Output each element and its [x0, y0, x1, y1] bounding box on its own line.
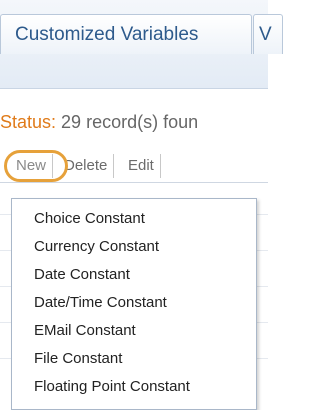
- menu-item-date-constant[interactable]: Date Constant: [12, 261, 256, 289]
- tab-next[interactable]: V: [253, 14, 283, 54]
- status-label: Status:: [0, 112, 57, 132]
- menu-item-datetime-constant[interactable]: Date/Time Constant: [12, 289, 256, 317]
- edit-button[interactable]: Edit: [122, 154, 161, 178]
- menu-item-currency-constant[interactable]: Currency Constant: [12, 233, 256, 261]
- menu-item-email-constant[interactable]: EMail Constant: [12, 317, 256, 345]
- status-text: 29 record(s) foun: [61, 112, 199, 132]
- menu-item-choice-constant[interactable]: Choice Constant: [12, 205, 256, 233]
- tab-customized-variables[interactable]: Customized Variables: [0, 14, 252, 54]
- tab-strip: Customized Variables V: [0, 0, 283, 89]
- status-line: Status: 29 record(s) foun: [0, 112, 268, 138]
- app-frame: Customized Variables V Status: 29 record…: [0, 0, 283, 410]
- menu-item-file-constant[interactable]: File Constant: [12, 345, 256, 373]
- menu-item-floating-point-constant[interactable]: Floating Point Constant: [12, 373, 256, 401]
- new-button-highlight: [4, 150, 68, 182]
- new-dropdown-menu: Choice Constant Currency Constant Date C…: [11, 198, 257, 410]
